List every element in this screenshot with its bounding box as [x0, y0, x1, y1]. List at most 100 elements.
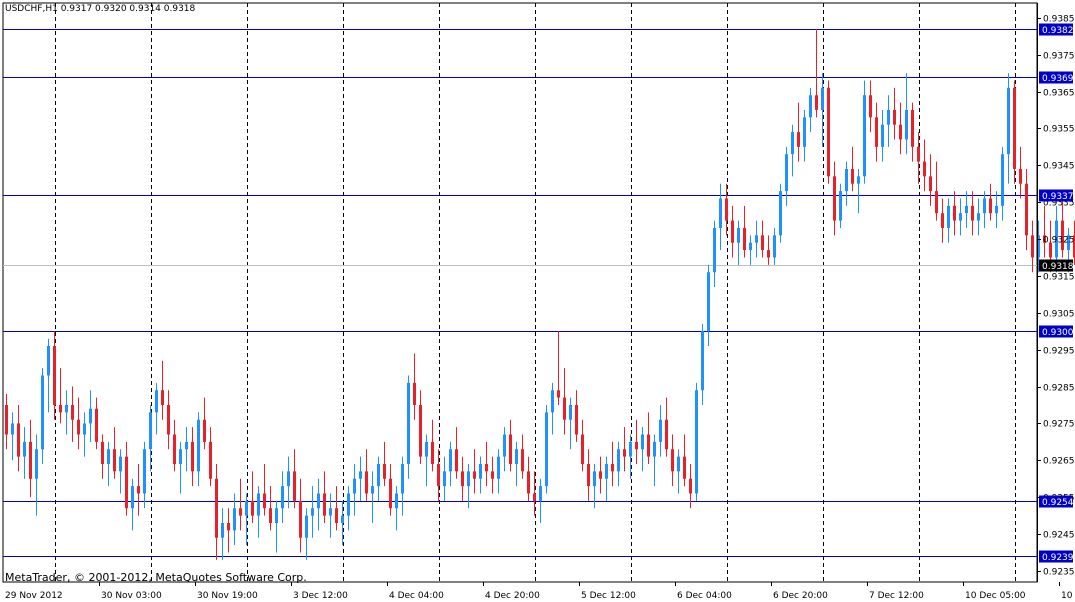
candle-body: [341, 515, 344, 523]
candle-body: [827, 87, 830, 177]
candle-body: [353, 478, 356, 494]
candle-body: [269, 508, 272, 523]
candle-body: [767, 250, 770, 258]
y-tick-label: 0.9265: [1043, 457, 1075, 467]
candle-body: [545, 412, 548, 487]
candle-body: [203, 419, 206, 442]
candles-layer: [5, 28, 1075, 560]
x-tick-label: 6 Dec 20:00: [773, 591, 828, 601]
candle-body: [251, 500, 254, 516]
candle-body: [83, 423, 86, 435]
candle-body: [281, 486, 284, 509]
candle-body: [359, 471, 362, 479]
candle-body: [1001, 154, 1004, 206]
candle-body: [995, 205, 998, 214]
candle-body: [665, 419, 668, 450]
candle-body: [275, 508, 278, 523]
level-price-label: 0.9382: [1042, 26, 1074, 36]
candle-body: [401, 463, 404, 494]
candle-body: [371, 486, 374, 494]
candle-body: [689, 478, 692, 494]
candle-body: [557, 390, 560, 398]
candle-body: [701, 331, 704, 391]
candle-body: [335, 508, 338, 523]
level-price-label: 0.9300: [1042, 328, 1074, 338]
candle-body: [683, 456, 686, 479]
candle-body: [587, 463, 590, 487]
candle-body: [509, 434, 512, 464]
candle-body: [449, 449, 452, 472]
grid-layer: [2, 2, 1038, 583]
candle-body: [293, 471, 296, 501]
candle-body: [785, 154, 788, 192]
copyright-text: MetaTrader, © 2001-2012, MetaQuotes Soft…: [5, 571, 307, 584]
price-chart[interactable]: 29 Nov 2012 30 Nov 03:00 30 Nov 19:00 3 Dec…: [0, 0, 1075, 602]
candle-body: [179, 449, 182, 464]
candle-body: [485, 463, 488, 472]
candle-body: [641, 434, 644, 450]
candle-body: [911, 109, 914, 147]
candle-body: [923, 161, 926, 177]
candle-body: [365, 471, 368, 494]
candle-body: [881, 124, 884, 147]
candle-body: [257, 493, 260, 516]
candle-body: [1025, 183, 1028, 236]
candle-body: [443, 471, 446, 487]
candle-body: [935, 191, 938, 214]
candle-body: [653, 441, 656, 457]
candle-body: [629, 441, 632, 457]
candle-body: [215, 478, 218, 538]
x-tick-label: 30 Nov 19:00: [197, 591, 258, 601]
candle-body: [479, 463, 482, 479]
x-tick-label: 7 Dec 12:00: [869, 591, 924, 601]
current-price-label: 0.9318: [1042, 262, 1074, 272]
candle-body: [389, 478, 392, 509]
candle-body: [569, 404, 572, 420]
candle-body: [581, 434, 584, 464]
candle-body: [395, 493, 398, 509]
y-tick-label: 0.9355: [1043, 125, 1075, 135]
candle-body: [533, 493, 536, 501]
candle-body: [59, 404, 62, 413]
candle-body: [107, 449, 110, 464]
candle-body: [305, 515, 308, 538]
candle-body: [467, 471, 470, 487]
x-tick-label: 29 Nov 2012: [5, 591, 63, 601]
candle-body: [551, 390, 554, 413]
candle-body: [851, 168, 854, 184]
candle-body: [635, 441, 638, 450]
candle-body: [11, 423, 14, 435]
y-tick-label: 0.9315: [1043, 273, 1075, 283]
candle-body: [977, 213, 980, 221]
candle-body: [377, 463, 380, 487]
horizontal-levels[interactable]: [3, 29, 1037, 557]
candle-body: [947, 205, 950, 228]
candle-body: [167, 404, 170, 435]
candle-body: [407, 382, 410, 464]
candle-body: [287, 471, 290, 487]
candle-body: [299, 500, 302, 538]
candle-body: [893, 109, 896, 125]
level-price-label: 0.9337: [1042, 192, 1074, 202]
y-tick-label: 0.9365: [1043, 89, 1075, 99]
candle-body: [209, 441, 212, 479]
candle-body: [797, 132, 800, 147]
candle-body: [839, 191, 842, 221]
candle-body: [971, 205, 974, 221]
candle-body: [503, 434, 506, 457]
candle-body: [47, 345, 50, 376]
y-tick-label: 0.9235: [1043, 568, 1075, 578]
candle-body: [527, 471, 530, 494]
candle-body: [953, 205, 956, 221]
candle-body: [437, 463, 440, 487]
candle-body: [521, 449, 524, 472]
candle-body: [731, 220, 734, 243]
candle-body: [725, 198, 728, 221]
candle-body: [815, 95, 818, 110]
candle-body: [611, 463, 614, 472]
y-tick-label: 0.9275: [1043, 420, 1075, 430]
candle-body: [329, 508, 332, 516]
candle-body: [617, 449, 620, 472]
plot-frame: [2, 2, 1038, 583]
candle-body: [647, 434, 650, 457]
